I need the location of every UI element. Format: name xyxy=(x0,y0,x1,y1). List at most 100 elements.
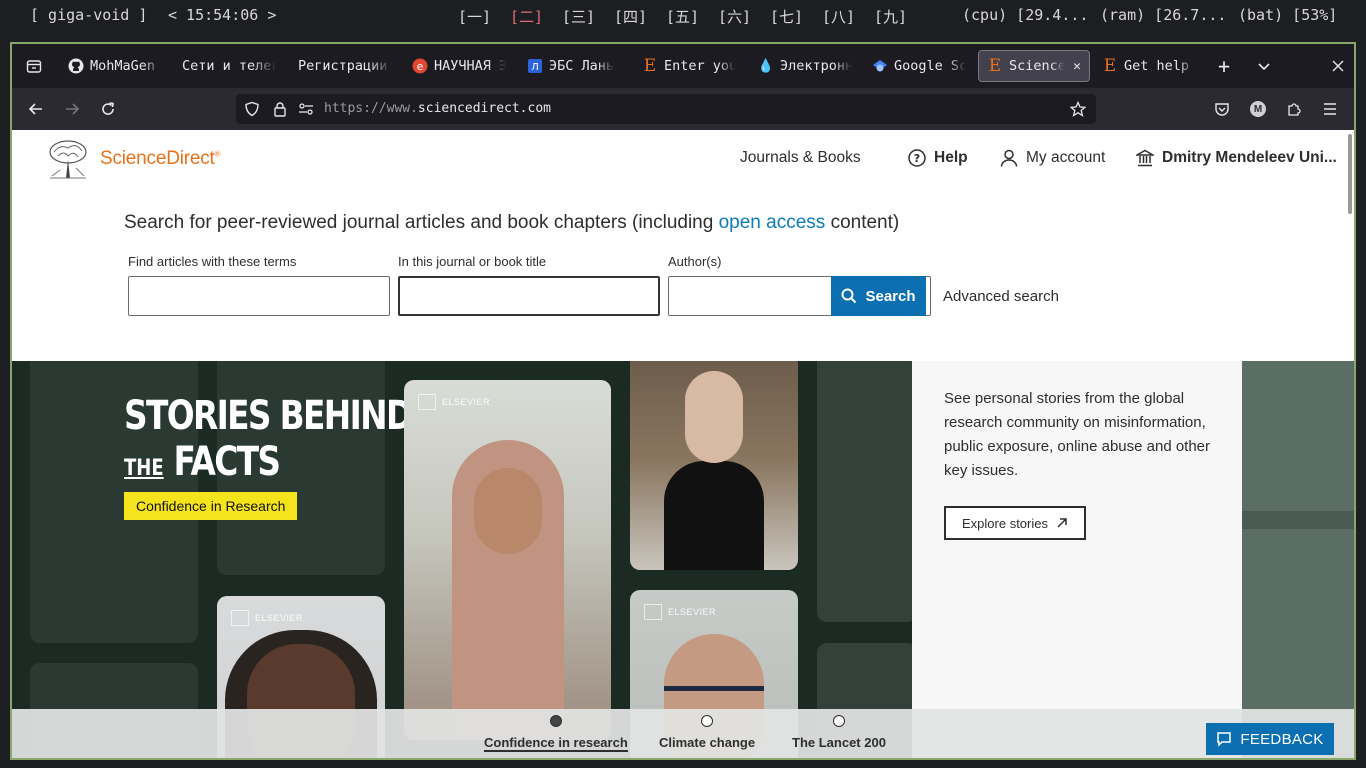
tab-github[interactable]: MohMaGen ( xyxy=(60,50,170,82)
clock: < 15:54:06 > xyxy=(168,6,277,24)
hero-description: See personal stories from the global res… xyxy=(944,390,1211,479)
url-bar[interactable]: https://www.sciencedirect.com xyxy=(236,94,1096,124)
search-button[interactable]: Search xyxy=(831,276,926,316)
elsevier-watermark-text: ELSEVIER xyxy=(255,613,304,623)
terms-input[interactable] xyxy=(128,276,390,316)
search-button-label: Search xyxy=(865,287,916,305)
reload-button[interactable] xyxy=(94,95,122,123)
tab-title: ЭБС Лань xyxy=(549,58,615,74)
tab-google-scholar[interactable]: Google Sch xyxy=(864,50,974,82)
list-all-tabs-button[interactable] xyxy=(1250,52,1278,80)
tab-get-help[interactable]: E Get help w xyxy=(1094,50,1204,82)
photo-face xyxy=(474,468,542,554)
bookmark-star-icon[interactable] xyxy=(1070,101,1086,117)
my-account-label: My account xyxy=(1026,149,1106,166)
carousel-item-confidence[interactable]: Confidence in research xyxy=(484,715,628,752)
ram-usage: (ram) [26.7... xyxy=(1100,6,1227,24)
search-heading: Search for peer-reviewed journal article… xyxy=(124,212,899,234)
close-tab-icon[interactable]: ✕ xyxy=(1073,59,1081,74)
tab-title: Электронна xyxy=(780,58,852,74)
brand-text: ScienceDirect xyxy=(100,148,215,169)
close-icon xyxy=(1332,60,1344,72)
open-access-link[interactable]: open access xyxy=(719,212,826,233)
workspace-5[interactable]: [五] xyxy=(666,6,699,27)
back-button[interactable] xyxy=(22,95,50,123)
help-link[interactable]: ? Help xyxy=(908,149,968,167)
workspace-3[interactable]: [三] xyxy=(562,6,595,27)
decor-strip xyxy=(1242,361,1354,758)
pocket-button[interactable] xyxy=(1208,95,1236,123)
carousel-item-lancet[interactable]: The Lancet 200 xyxy=(792,715,886,750)
terms-field: Find articles with these terms xyxy=(124,254,390,316)
url-text[interactable]: https://www.sciencedirect.com xyxy=(324,101,551,116)
url-domain: sciencedirect.com xyxy=(417,101,551,116)
url-prefix: https://www. xyxy=(324,101,418,116)
arrow-right-icon xyxy=(66,103,80,115)
tab-electronic[interactable]: 💧 Электронна xyxy=(750,50,860,82)
tab-title: ScienceD xyxy=(1009,58,1066,74)
tab-lan[interactable]: Л ЭБС Лань xyxy=(519,50,629,82)
tab-sciencedirect[interactable]: E ScienceD ✕ xyxy=(978,50,1090,82)
elsevier-mark-icon xyxy=(231,610,249,626)
tab-title: Get help w xyxy=(1124,58,1196,74)
plus-icon: + xyxy=(1217,54,1231,78)
tab-title: НАУЧНАЯ ЭЛ xyxy=(434,58,506,74)
chevron-down-icon xyxy=(1258,63,1270,71)
navigation-toolbar: https://www.sciencedirect.com M xyxy=(12,88,1354,130)
account-button[interactable]: M xyxy=(1244,95,1272,123)
elsevier-mark-icon xyxy=(644,604,662,620)
tab-registrations[interactable]: Регистрации / xyxy=(290,50,400,82)
extensions-button[interactable] xyxy=(1280,95,1308,123)
system-status-bar: [ giga-void ] < 15:54:06 > [一] [二] [三] [… xyxy=(0,0,1366,32)
hero-badge: Confidence in Research xyxy=(124,492,298,520)
permissions-icon[interactable] xyxy=(298,102,314,116)
tab-enter-your[interactable]: E Enter your xyxy=(634,50,744,82)
battery-level: (bat) [53%] xyxy=(1238,6,1338,24)
site-header: ScienceDirect® Journals & Books ? Help M… xyxy=(12,130,1354,190)
firefox-view-button[interactable] xyxy=(20,52,48,80)
elsevier-watermark-text: ELSEVIER xyxy=(442,397,491,407)
page-scrollbar[interactable] xyxy=(1346,130,1354,758)
scrollbar-thumb[interactable] xyxy=(1348,134,1352,214)
lock-icon[interactable] xyxy=(272,101,288,117)
sciencedirect-logo[interactable]: ScienceDirect® xyxy=(44,138,221,180)
help-circle-icon: ? xyxy=(908,149,926,167)
carousel-dot xyxy=(832,715,845,727)
tab-title: Enter your xyxy=(664,58,736,74)
workspace-6[interactable]: [六] xyxy=(718,6,751,27)
terms-label: Find articles with these terms xyxy=(128,254,297,269)
menu-button[interactable] xyxy=(1316,95,1344,123)
shield-icon[interactable] xyxy=(244,101,260,117)
workspace-9[interactable]: [九] xyxy=(874,6,907,27)
workspace-4[interactable]: [四] xyxy=(614,6,647,27)
lan-icon: Л xyxy=(527,58,543,74)
workspace-2[interactable]: [二] xyxy=(510,6,543,27)
decor-block xyxy=(817,361,917,622)
workspace-8[interactable]: [八] xyxy=(822,6,855,27)
workspace-1[interactable]: [一] xyxy=(458,6,491,27)
github-icon xyxy=(68,58,84,74)
my-account-link[interactable]: My account xyxy=(1000,149,1105,167)
forward-button[interactable] xyxy=(58,95,86,123)
feedback-button[interactable]: FEEDBACK xyxy=(1206,723,1334,755)
tab-networks[interactable]: Сети и телекс xyxy=(174,50,284,82)
advanced-search-link[interactable]: Advanced search xyxy=(943,288,1059,305)
photo-glasses xyxy=(664,686,764,706)
journal-input[interactable] xyxy=(398,276,660,316)
tab-elibrary[interactable]: e НАУЧНАЯ ЭЛ xyxy=(404,50,514,82)
elsevier-icon: E xyxy=(643,56,657,76)
registered-mark: ® xyxy=(214,149,221,159)
explore-stories-button[interactable]: Explore stories xyxy=(944,506,1086,540)
cpu-usage: (cpu) [29.4... xyxy=(962,6,1089,24)
carousel-item-climate[interactable]: Climate change xyxy=(659,715,755,750)
help-label: Help xyxy=(934,149,968,166)
close-window-button[interactable] xyxy=(1324,52,1352,80)
journals-books-link[interactable]: Journals & Books xyxy=(740,149,861,167)
elsevier-watermark: ELSEVIER xyxy=(644,604,716,620)
elsevier-mark-icon xyxy=(418,394,436,410)
tab-title: Google Sch xyxy=(894,58,966,74)
institution-link[interactable]: Dmitry Mendeleev Uni... xyxy=(1136,149,1337,167)
new-tab-button[interactable]: + xyxy=(1210,52,1238,80)
chat-bubble-icon xyxy=(1217,732,1232,747)
workspace-7[interactable]: [七] xyxy=(770,6,803,27)
